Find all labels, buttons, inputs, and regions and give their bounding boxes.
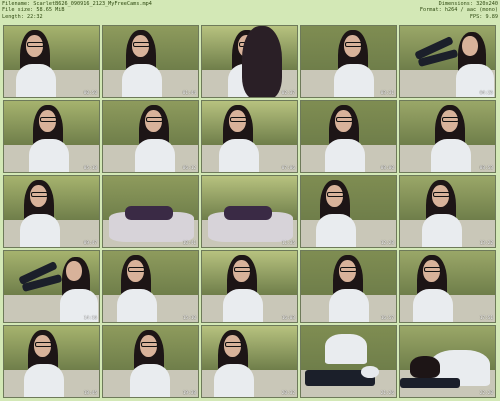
timestamp-label: 15:10	[182, 316, 196, 321]
video-frame	[103, 326, 198, 397]
timestamp-label: 18:45	[83, 391, 97, 396]
format-label: Format: h264 / aac (mono)	[419, 7, 498, 14]
video-frame	[4, 176, 99, 247]
timestamp-label: 10:41	[182, 241, 196, 246]
thumbnail[interactable]: 08:53	[399, 100, 496, 173]
timestamp-label: 22:20	[479, 391, 493, 396]
timestamp-label: 14:16	[83, 316, 97, 321]
thumbnail[interactable]: 08:00	[300, 100, 397, 173]
video-frame	[301, 326, 396, 397]
thumbnail[interactable]: 06:12	[102, 100, 199, 173]
timestamp-label: 08:53	[479, 166, 493, 171]
timestamp-label: 04:25	[479, 91, 493, 96]
thumbnail[interactable]: 05:18	[3, 100, 100, 173]
thumbnail[interactable]: 09:47	[3, 175, 100, 248]
video-frame	[202, 326, 297, 397]
video-frame	[202, 251, 297, 322]
timestamp-label: 21:26	[380, 391, 394, 396]
timestamp-label: 16:03	[281, 316, 295, 321]
timestamp-label: 05:18	[83, 166, 97, 171]
video-frame	[4, 326, 99, 397]
thumbnail[interactable]: 19:38	[102, 325, 199, 398]
video-frame	[400, 26, 495, 97]
thumbnail[interactable]: 10:41	[102, 175, 199, 248]
timestamp-label: 01:44	[182, 91, 196, 96]
video-frame	[103, 26, 198, 97]
thumbnail[interactable]: 04:25	[399, 25, 496, 98]
timestamp-label: 09:47	[83, 241, 97, 246]
timestamp-label: 16:57	[380, 316, 394, 321]
thumbnail[interactable]: 07:06	[201, 100, 298, 173]
thumbnail[interactable]: 00:50	[3, 25, 100, 98]
thumbnail[interactable]: 21:26	[300, 325, 397, 398]
video-info: Dimensions: 320x240 Format: h264 / aac (…	[420, 1, 498, 20]
timestamp-label: 11:35	[281, 241, 295, 246]
timestamp-label: 06:12	[182, 166, 196, 171]
video-frame	[400, 101, 495, 172]
thumbnail[interactable]: 16:57	[300, 250, 397, 323]
video-frame	[400, 176, 495, 247]
thumbnail[interactable]: 20:32	[201, 325, 298, 398]
video-frame	[202, 101, 297, 172]
thumbnail[interactable]: 01:44	[102, 25, 199, 98]
video-frame	[301, 26, 396, 97]
thumbnail[interactable]: 13:22	[399, 175, 496, 248]
video-frame	[103, 176, 198, 247]
timestamp-label: 19:38	[182, 391, 196, 396]
fps-label: FPS: 9.89	[469, 13, 498, 20]
timestamp-label: 20:32	[281, 391, 295, 396]
thumbnail[interactable]: 02:37	[201, 25, 298, 98]
timestamp-label: 02:37	[281, 91, 295, 96]
timestamp-label: 00:50	[83, 91, 97, 96]
thumbnail[interactable]: 15:10	[102, 250, 199, 323]
video-frame	[4, 101, 99, 172]
timestamp-label: 08:00	[380, 166, 394, 171]
video-frame	[400, 251, 495, 322]
video-frame	[400, 326, 495, 397]
thumbnail[interactable]: 18:45	[3, 325, 100, 398]
thumbnail[interactable]: 17:51	[399, 250, 496, 323]
thumbnail[interactable]: 14:16	[3, 250, 100, 323]
thumbnail-grid: 00:50 01:44 02:37 03:31 04:25 05:18 06:12 07:06…	[3, 25, 497, 399]
thumbnail[interactable]: 11:35	[201, 175, 298, 248]
video-frame	[4, 251, 99, 322]
file-info: Filename: ScarletB626_090916_2123_MyFree…	[2, 1, 152, 20]
video-frame	[301, 251, 396, 322]
thumbnail[interactable]: 03:31	[300, 25, 397, 98]
video-frame	[202, 26, 297, 97]
thumbnail[interactable]: 22:20	[399, 325, 496, 398]
sheet-header: Filename: ScarletB626_090916_2123_MyFree…	[0, 0, 500, 24]
timestamp-label: 03:31	[380, 91, 394, 96]
timestamp-label: 13:22	[479, 241, 493, 246]
timestamp-label: 17:51	[479, 316, 493, 321]
timestamp-label: 07:06	[281, 166, 295, 171]
video-frame	[103, 251, 198, 322]
video-frame	[202, 176, 297, 247]
timestamp-label: 12:28	[380, 241, 394, 246]
thumbnail[interactable]: 12:28	[300, 175, 397, 248]
video-frame	[301, 101, 396, 172]
thumbnail[interactable]: 16:03	[201, 250, 298, 323]
video-frame	[301, 176, 396, 247]
video-frame	[4, 26, 99, 97]
length-label: Length: 22:32	[2, 13, 43, 20]
video-frame	[103, 101, 198, 172]
